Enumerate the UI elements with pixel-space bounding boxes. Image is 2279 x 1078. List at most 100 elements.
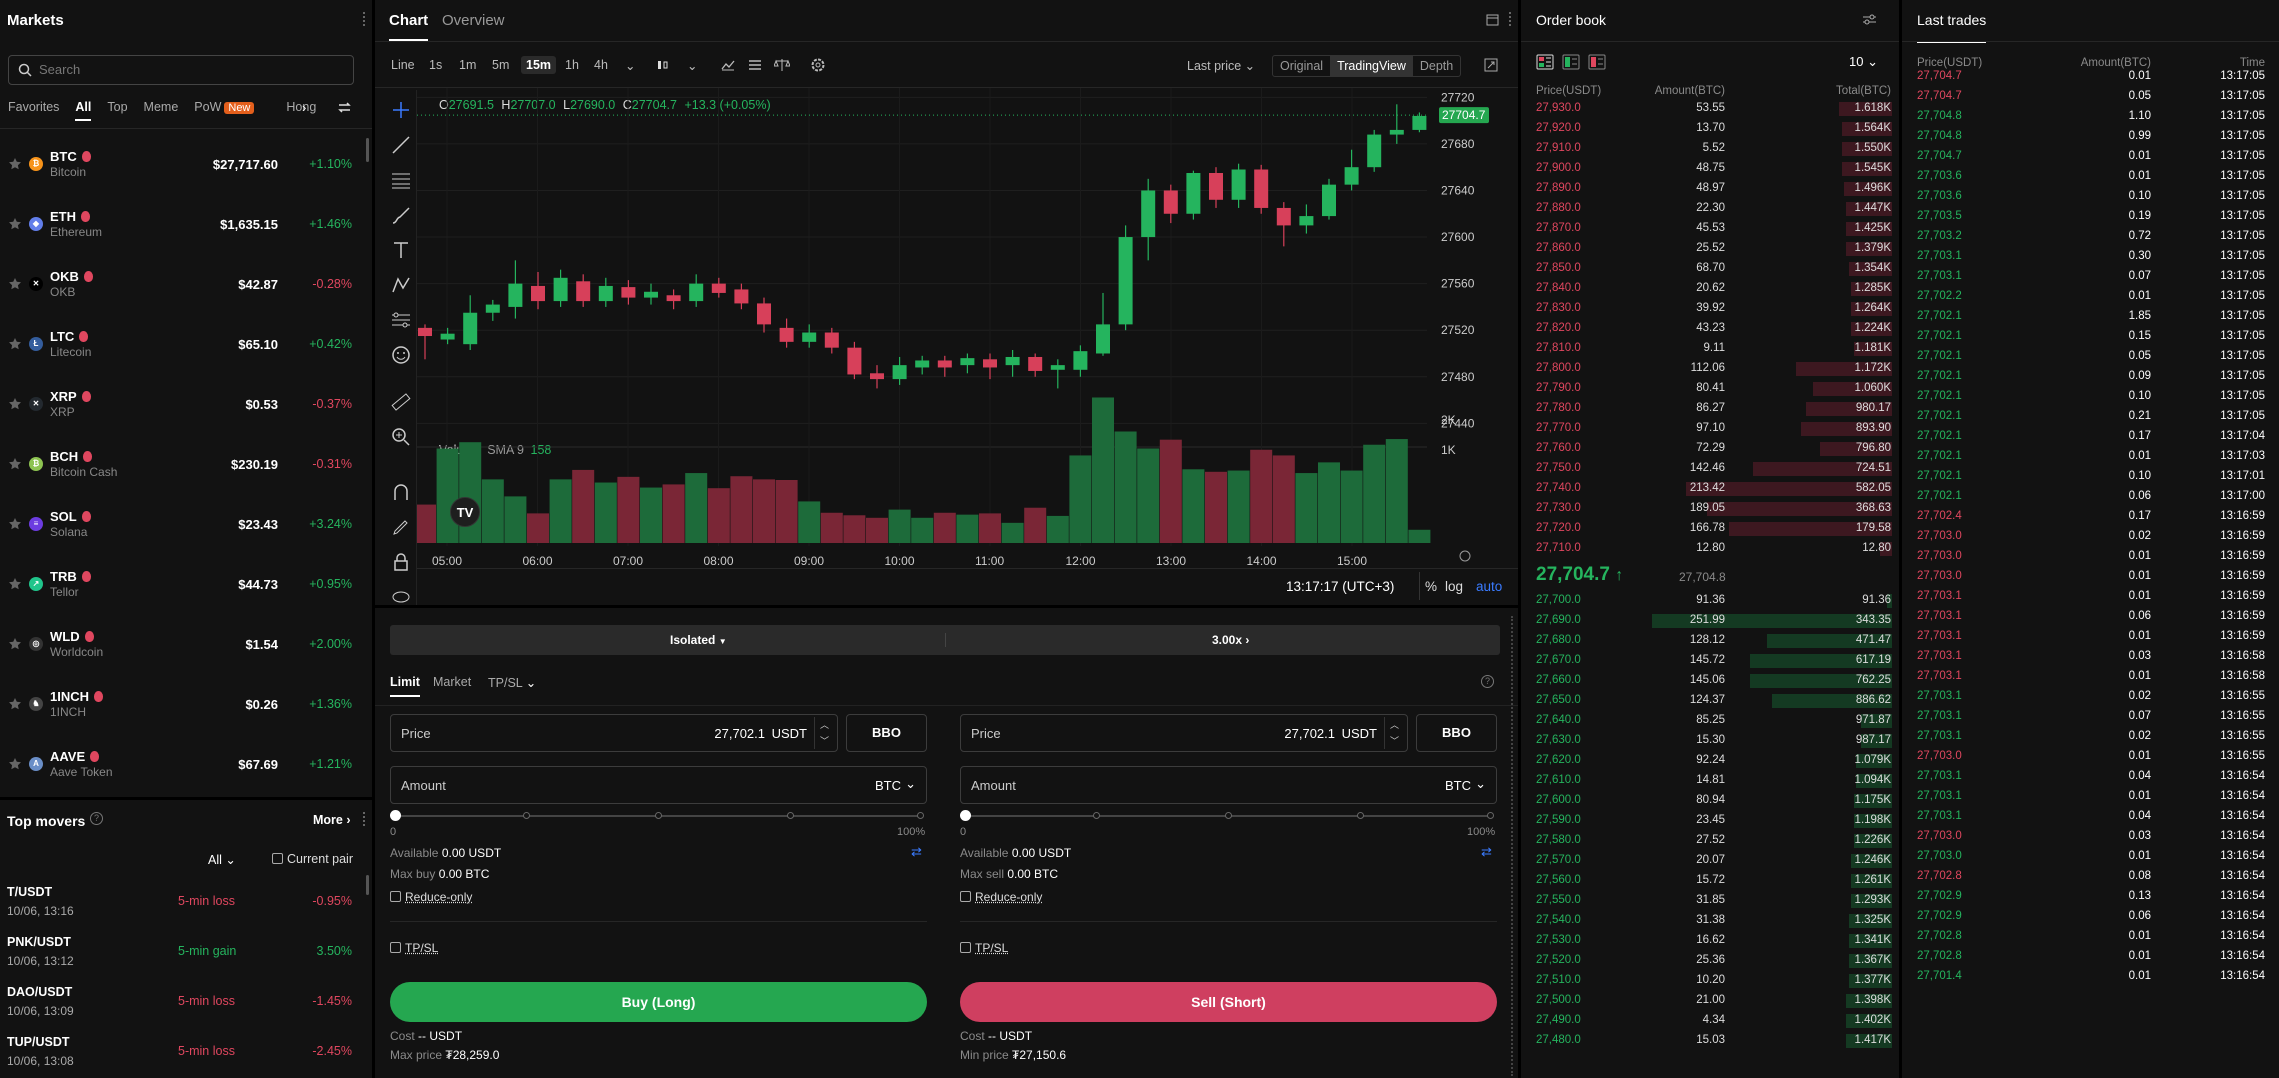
coin-row[interactable]: ♞ 1INCH 1INCH $0.26 +1.36% (0, 675, 372, 735)
indicators-icon[interactable] (721, 59, 735, 71)
coin-row[interactable]: ₿ BCH Bitcoin Cash $230.19 -0.31% (0, 435, 372, 495)
ask-row[interactable]: 27,780.0 86.27 980.17 (1521, 401, 1899, 417)
star-icon[interactable] (8, 277, 22, 291)
text-icon[interactable] (389, 238, 413, 262)
interval-1s[interactable]: 1s (429, 58, 442, 72)
star-icon[interactable] (8, 697, 22, 711)
sell-reduce-only[interactable]: Reduce-only (960, 890, 1042, 904)
drag-handle-icon[interactable] (363, 12, 366, 26)
buy-price-input[interactable]: Price 27,702.1 USDT ︿ ﹀ (390, 714, 838, 752)
buy-reduce-only[interactable]: Reduce-only (390, 890, 472, 904)
book-asks-icon[interactable] (1588, 54, 1606, 70)
scrollbar[interactable] (366, 875, 369, 895)
coin-row[interactable]: ₿ BTC Bitcoin $27,717.60 +1.10% (0, 135, 372, 195)
sell-tpsl-checkbox[interactable]: TP/SL (960, 941, 1008, 955)
bid-row[interactable]: 27,640.0 85.25 971.87 (1521, 713, 1899, 729)
info-icon[interactable]: ? (90, 812, 103, 825)
bid-row[interactable]: 27,530.0 16.62 1.341K (1521, 933, 1899, 949)
tab-meme[interactable]: Meme (144, 100, 179, 121)
book-bids-icon[interactable] (1562, 54, 1580, 70)
bid-row[interactable]: 27,590.0 23.45 1.198K (1521, 813, 1899, 829)
mover-row[interactable]: T/USDT 10/06, 13:16 5-min loss -0.95% (0, 877, 372, 927)
sell-slider[interactable] (960, 810, 1494, 821)
price-chart[interactable]: 2772027680276402760027560275202748027440… (417, 88, 1518, 568)
interval-5m[interactable]: 5m (492, 58, 509, 72)
ask-row[interactable]: 27,770.0 97.10 893.90 (1521, 421, 1899, 437)
star-icon[interactable] (8, 457, 22, 471)
bid-row[interactable]: 27,540.0 31.38 1.325K (1521, 913, 1899, 929)
movers-filter[interactable]: All ⌄ (208, 852, 236, 867)
ask-row[interactable]: 27,900.0 48.75 1.545K (1521, 161, 1899, 177)
balance-icon[interactable] (774, 58, 790, 72)
coin-row[interactable]: ✕ XRP XRP $0.53 -0.37% (0, 375, 372, 435)
ask-row[interactable]: 27,710.0 12.80 12.80 (1521, 541, 1899, 557)
pencil-lock-icon[interactable] (389, 515, 413, 539)
transfer-icon[interactable]: ⇄ (1481, 844, 1492, 860)
search-input[interactable]: Search (8, 55, 354, 85)
sell-bbo-button[interactable]: BBO (1416, 714, 1497, 752)
settings-sliders-icon[interactable] (1862, 13, 1877, 26)
coin-row[interactable]: Ł LTC Litecoin $65.10 +0.42% (0, 315, 372, 375)
bid-row[interactable]: 27,510.0 10.20 1.377K (1521, 973, 1899, 989)
sell-price-input[interactable]: Price 27,702.1 USDT ︿ ﹀ (960, 714, 1408, 752)
tab-chart[interactable]: Chart (389, 12, 429, 41)
bid-row[interactable]: 27,500.0 21.00 1.398K (1521, 993, 1899, 1009)
star-icon[interactable] (8, 757, 22, 771)
price-stepper[interactable]: ︿ ﹀ (1384, 717, 1404, 749)
emoji-icon[interactable] (389, 343, 413, 367)
ask-row[interactable]: 27,870.0 45.53 1.425K (1521, 221, 1899, 237)
pattern-icon[interactable] (389, 273, 413, 297)
chevron-down-icon[interactable]: ⌄ (905, 776, 916, 792)
slider-knob[interactable] (390, 810, 401, 821)
ask-row[interactable]: 27,920.0 13.70 1.564K (1521, 121, 1899, 137)
coin-row[interactable]: ✕ OKB OKB $42.87 -0.28% (0, 255, 372, 315)
fib-lines-icon[interactable] (389, 168, 413, 192)
ask-row[interactable]: 27,800.0 112.06 1.172K (1521, 361, 1899, 377)
tab-limit[interactable]: Limit (390, 675, 420, 697)
chevron-right-icon[interactable]: › (302, 100, 306, 115)
tab-favorites[interactable]: Favorites (8, 100, 59, 121)
ask-row[interactable]: 27,910.0 5.52 1.550K (1521, 141, 1899, 157)
brush-icon[interactable] (389, 203, 413, 227)
book-both-icon[interactable] (1536, 54, 1554, 70)
ask-row[interactable]: 27,880.0 22.30 1.447K (1521, 201, 1899, 217)
depth-select[interactable]: 10 ⌄ (1849, 54, 1878, 70)
view-tradingview[interactable]: TradingView (1330, 56, 1413, 76)
settings-icon[interactable] (1459, 550, 1471, 562)
coin-row[interactable]: ≡ SOL Solana $23.43 +3.24% (0, 495, 372, 555)
tab-all[interactable]: All (75, 100, 92, 121)
trend-line-icon[interactable] (389, 133, 413, 157)
bid-row[interactable]: 27,580.0 27.52 1.226K (1521, 833, 1899, 849)
ask-row[interactable]: 27,820.0 43.23 1.224K (1521, 321, 1899, 337)
swap-icon[interactable] (337, 101, 352, 114)
gear-icon[interactable] (810, 57, 826, 73)
bid-row[interactable]: 27,480.0 15.03 1.417K (1521, 1033, 1899, 1049)
scrollbar[interactable] (366, 138, 369, 162)
interval-15m[interactable]: 15m (521, 56, 557, 74)
chevron-down-icon[interactable]: ⌄ (687, 58, 697, 73)
leverage-select[interactable]: 3.00x › (1212, 633, 1249, 647)
ask-row[interactable]: 27,810.0 9.11 1.181K (1521, 341, 1899, 357)
current-pair-checkbox[interactable]: Current pair (272, 852, 353, 866)
ask-row[interactable]: 27,720.0 166.78 179.58 (1521, 521, 1899, 537)
ask-row[interactable]: 27,760.0 72.29 796.80 (1521, 441, 1899, 457)
view-depth[interactable]: Depth (1413, 56, 1460, 76)
ask-row[interactable]: 27,740.0 213.42 582.05 (1521, 481, 1899, 497)
bid-row[interactable]: 27,650.0 124.37 886.62 (1521, 693, 1899, 709)
zoom-in-icon[interactable] (389, 425, 413, 449)
price-type-select[interactable]: Last price ⌄ (1187, 58, 1255, 73)
bid-row[interactable]: 27,520.0 25.36 1.367K (1521, 953, 1899, 969)
crosshair-icon[interactable] (389, 98, 413, 122)
ask-row[interactable]: 27,750.0 142.46 724.51 (1521, 461, 1899, 477)
measure-lines-icon[interactable] (389, 308, 413, 332)
bid-row[interactable]: 27,550.0 31.85 1.293K (1521, 893, 1899, 909)
tab-market[interactable]: Market (433, 675, 471, 689)
layout-icon[interactable] (1486, 14, 1499, 26)
buy-slider[interactable] (390, 810, 924, 821)
margin-mode-select[interactable]: Isolated ▼ (670, 633, 727, 647)
coin-row[interactable]: ↗ TRB Tellor $44.73 +0.95% (0, 555, 372, 615)
bid-row[interactable]: 27,620.0 92.24 1.079K (1521, 753, 1899, 769)
help-icon[interactable]: ? (1481, 675, 1494, 688)
tab-pow[interactable]: PoW New (194, 100, 270, 121)
interval-line[interactable]: Line (391, 58, 415, 72)
